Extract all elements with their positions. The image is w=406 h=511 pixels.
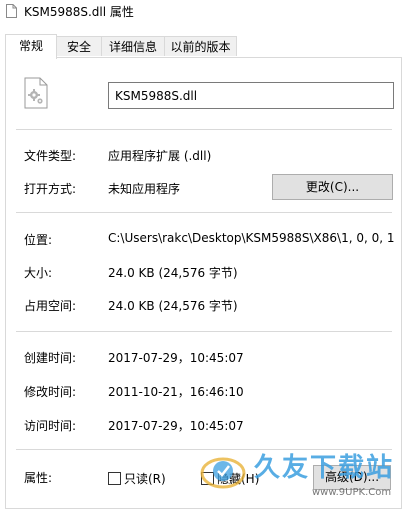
watermark-brand: 久友下载站	[254, 453, 395, 483]
change-button[interactable]: 更改(C)...	[272, 174, 393, 200]
title-bar: KSM5988S.dll 属性	[0, 0, 406, 22]
location-label: 位置:	[24, 233, 53, 247]
tab-security[interactable]: 安全	[56, 36, 102, 56]
attributes-label: 属性:	[24, 471, 53, 485]
separator	[16, 212, 392, 213]
size-value: 24.0 KB (24,576 字节)	[108, 266, 238, 280]
size-label: 大小:	[24, 266, 53, 280]
modified-label: 修改时间:	[24, 385, 77, 399]
tab-strip: 常规 安全 详细信息 以前的版本	[0, 34, 406, 59]
gear-document-icon	[24, 77, 48, 109]
watermark-url: www.9UPK.Com	[312, 487, 392, 498]
tab-general[interactable]: 常规	[5, 34, 57, 59]
watermark: 久友下载站 www.9UPK.Com	[192, 447, 406, 511]
opens-with-label: 打开方式:	[24, 182, 77, 196]
modified-value: 2011-10-21，16:46:10	[108, 385, 244, 399]
readonly-checkbox[interactable]	[108, 472, 121, 485]
separator	[16, 129, 392, 130]
accessed-value: 2017-07-29，10:45:07	[108, 419, 244, 433]
created-value: 2017-07-29，10:45:07	[108, 351, 244, 365]
location-value: C:\Users\rakc\Desktop\KSM5988S\X86\1, 0,…	[108, 231, 394, 245]
created-label: 创建时间:	[24, 351, 77, 365]
general-panel	[5, 57, 402, 509]
file-type-label: 文件类型:	[24, 149, 77, 163]
window-title: KSM5988S.dll 属性	[24, 5, 134, 19]
document-icon	[6, 4, 17, 18]
size-on-disk-value: 24.0 KB (24,576 字节)	[108, 299, 238, 313]
tab-previous-versions[interactable]: 以前的版本	[164, 36, 237, 56]
separator	[16, 331, 392, 332]
site-logo-icon	[200, 457, 246, 489]
accessed-label: 访问时间:	[24, 419, 77, 433]
readonly-label[interactable]: 只读(R)	[124, 470, 166, 487]
file-name-input[interactable]	[108, 82, 394, 109]
file-type-value: 应用程序扩展 (.dll)	[108, 149, 212, 163]
opens-with-value: 未知应用程序	[108, 182, 181, 196]
size-on-disk-label: 占用空间:	[24, 299, 77, 313]
tab-details[interactable]: 详细信息	[101, 36, 165, 56]
